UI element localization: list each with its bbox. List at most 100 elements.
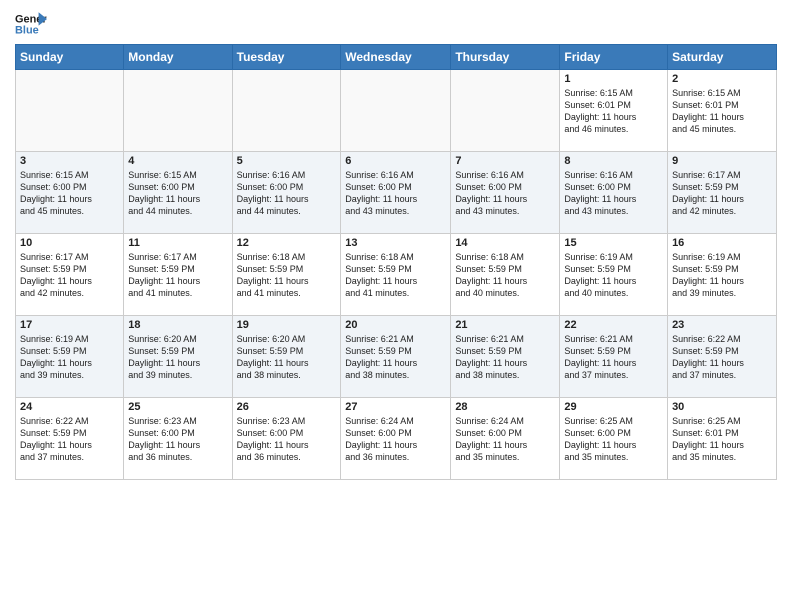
day-info: Sunrise: 6:25 AM Sunset: 6:00 PM Dayligh… xyxy=(564,415,663,464)
day-info: Sunrise: 6:23 AM Sunset: 6:00 PM Dayligh… xyxy=(128,415,227,464)
week-row-4: 17Sunrise: 6:19 AM Sunset: 5:59 PM Dayli… xyxy=(16,316,777,398)
day-number: 14 xyxy=(455,237,555,249)
day-info: Sunrise: 6:15 AM Sunset: 6:01 PM Dayligh… xyxy=(672,87,772,136)
day-cell-1: 1 Sunrise: 6:15 AM Sunset: 6:01 PM Daylig… xyxy=(560,70,668,152)
empty-cell xyxy=(232,70,341,152)
weekday-header-tuesday: Tuesday xyxy=(232,45,341,70)
day-cell-10: 10 Sunrise: 6:17 AM Sunset: 5:59 PM Dayli… xyxy=(16,234,124,316)
svg-text:Blue: Blue xyxy=(15,24,39,36)
day-info: Sunrise: 6:24 AM Sunset: 6:00 PM Dayligh… xyxy=(455,415,555,464)
weekday-header-monday: Monday xyxy=(124,45,232,70)
day-cell-12: 12 Sunrise: 6:18 AM Sunset: 5:59 PM Dayli… xyxy=(232,234,341,316)
day-number: 30 xyxy=(672,401,772,413)
day-info: Sunrise: 6:18 AM Sunset: 5:59 PM Dayligh… xyxy=(455,251,555,300)
day-cell-21: 21 Sunrise: 6:21 AM Sunset: 5:59 PM Dayli… xyxy=(451,316,560,398)
weekday-header-sunday: Sunday xyxy=(16,45,124,70)
day-number: 3 xyxy=(20,155,119,167)
day-info: Sunrise: 6:25 AM Sunset: 6:01 PM Dayligh… xyxy=(672,415,772,464)
day-cell-6: 6Sunrise: 6:16 AM Sunset: 6:00 PM Daylig… xyxy=(341,152,451,234)
empty-cell xyxy=(16,70,124,152)
day-info: Sunrise: 6:16 AM Sunset: 6:00 PM Dayligh… xyxy=(455,169,555,218)
day-number: 21 xyxy=(455,319,555,331)
page: General Blue SundayMondayTuesdayWednesda… xyxy=(0,0,792,612)
day-cell-26: 26Sunrise: 6:23 AM Sunset: 6:00 PM Dayli… xyxy=(232,398,341,480)
week-row-1: 1 Sunrise: 6:15 AM Sunset: 6:01 PM Daylig… xyxy=(16,70,777,152)
day-number: 29 xyxy=(564,401,663,413)
day-number: 8 xyxy=(564,155,663,167)
day-number: 20 xyxy=(345,319,446,331)
day-info: Sunrise: 6:15 AM Sunset: 6:00 PM Dayligh… xyxy=(20,169,119,218)
weekday-header-row: SundayMondayTuesdayWednesdayThursdayFrid… xyxy=(16,45,777,70)
day-cell-8: 8 Sunrise: 6:16 AM Sunset: 6:00 PM Daylig… xyxy=(560,152,668,234)
day-info: Sunrise: 6:24 AM Sunset: 6:00 PM Dayligh… xyxy=(345,415,446,464)
day-number: 10 xyxy=(20,237,119,249)
day-cell-27: 27Sunrise: 6:24 AM Sunset: 6:00 PM Dayli… xyxy=(341,398,451,480)
day-cell-19: 19 Sunrise: 6:20 AM Sunset: 5:59 PM Dayli… xyxy=(232,316,341,398)
day-info: Sunrise: 6:22 AM Sunset: 5:59 PM Dayligh… xyxy=(672,333,772,382)
weekday-header-friday: Friday xyxy=(560,45,668,70)
day-info: Sunrise: 6:21 AM Sunset: 5:59 PM Dayligh… xyxy=(455,333,555,382)
day-cell-5: 5Sunrise: 6:16 AM Sunset: 6:00 PM Daylig… xyxy=(232,152,341,234)
day-cell-16: 16Sunrise: 6:19 AM Sunset: 5:59 PM Dayli… xyxy=(668,234,777,316)
day-info: Sunrise: 6:17 AM Sunset: 5:59 PM Dayligh… xyxy=(672,169,772,218)
day-number: 16 xyxy=(672,237,772,249)
day-cell-17: 17Sunrise: 6:19 AM Sunset: 5:59 PM Dayli… xyxy=(16,316,124,398)
week-row-3: 10 Sunrise: 6:17 AM Sunset: 5:59 PM Dayli… xyxy=(16,234,777,316)
weekday-header-thursday: Thursday xyxy=(451,45,560,70)
day-cell-25: 25 Sunrise: 6:23 AM Sunset: 6:00 PM Dayli… xyxy=(124,398,232,480)
day-number: 12 xyxy=(237,237,337,249)
day-number: 15 xyxy=(564,237,663,249)
day-info: Sunrise: 6:15 AM Sunset: 6:01 PM Dayligh… xyxy=(564,87,663,136)
logo: General Blue xyxy=(15,10,47,38)
day-number: 28 xyxy=(455,401,555,413)
day-cell-7: 7 Sunrise: 6:16 AM Sunset: 6:00 PM Daylig… xyxy=(451,152,560,234)
week-row-2: 3 Sunrise: 6:15 AM Sunset: 6:00 PM Daylig… xyxy=(16,152,777,234)
day-info: Sunrise: 6:18 AM Sunset: 5:59 PM Dayligh… xyxy=(345,251,446,300)
day-info: Sunrise: 6:20 AM Sunset: 5:59 PM Dayligh… xyxy=(237,333,337,382)
day-number: 9 xyxy=(672,155,772,167)
day-number: 11 xyxy=(128,237,227,249)
day-cell-29: 29 Sunrise: 6:25 AM Sunset: 6:00 PM Dayli… xyxy=(560,398,668,480)
day-number: 2 xyxy=(672,73,772,85)
day-cell-3: 3 Sunrise: 6:15 AM Sunset: 6:00 PM Daylig… xyxy=(16,152,124,234)
empty-cell xyxy=(451,70,560,152)
calendar: SundayMondayTuesdayWednesdayThursdayFrid… xyxy=(15,44,777,480)
day-cell-4: 4 Sunrise: 6:15 AM Sunset: 6:00 PM Daylig… xyxy=(124,152,232,234)
day-number: 4 xyxy=(128,155,227,167)
day-cell-13: 13 Sunrise: 6:18 AM Sunset: 5:59 PM Dayli… xyxy=(341,234,451,316)
day-cell-20: 20 Sunrise: 6:21 AM Sunset: 5:59 PM Dayli… xyxy=(341,316,451,398)
weekday-header-wednesday: Wednesday xyxy=(341,45,451,70)
week-row-5: 24Sunrise: 6:22 AM Sunset: 5:59 PM Dayli… xyxy=(16,398,777,480)
empty-cell xyxy=(124,70,232,152)
empty-cell xyxy=(341,70,451,152)
logo-icon: General Blue xyxy=(15,10,47,38)
day-number: 23 xyxy=(672,319,772,331)
day-cell-15: 15 Sunrise: 6:19 AM Sunset: 5:59 PM Dayli… xyxy=(560,234,668,316)
day-info: Sunrise: 6:19 AM Sunset: 5:59 PM Dayligh… xyxy=(564,251,663,300)
day-number: 13 xyxy=(345,237,446,249)
day-number: 1 xyxy=(564,73,663,85)
day-number: 22 xyxy=(564,319,663,331)
weekday-header-saturday: Saturday xyxy=(668,45,777,70)
day-number: 7 xyxy=(455,155,555,167)
day-cell-9: 9 Sunrise: 6:17 AM Sunset: 5:59 PM Daylig… xyxy=(668,152,777,234)
day-cell-28: 28 Sunrise: 6:24 AM Sunset: 6:00 PM Dayli… xyxy=(451,398,560,480)
day-cell-14: 14 Sunrise: 6:18 AM Sunset: 5:59 PM Dayli… xyxy=(451,234,560,316)
day-cell-24: 24Sunrise: 6:22 AM Sunset: 5:59 PM Dayli… xyxy=(16,398,124,480)
day-info: Sunrise: 6:16 AM Sunset: 6:00 PM Dayligh… xyxy=(237,169,337,218)
day-number: 19 xyxy=(237,319,337,331)
day-info: Sunrise: 6:15 AM Sunset: 6:00 PM Dayligh… xyxy=(128,169,227,218)
day-info: Sunrise: 6:22 AM Sunset: 5:59 PM Dayligh… xyxy=(20,415,119,464)
header: General Blue xyxy=(15,10,777,38)
day-info: Sunrise: 6:17 AM Sunset: 5:59 PM Dayligh… xyxy=(20,251,119,300)
day-info: Sunrise: 6:16 AM Sunset: 6:00 PM Dayligh… xyxy=(564,169,663,218)
day-info: Sunrise: 6:23 AM Sunset: 6:00 PM Dayligh… xyxy=(237,415,337,464)
day-info: Sunrise: 6:17 AM Sunset: 5:59 PM Dayligh… xyxy=(128,251,227,300)
day-number: 17 xyxy=(20,319,119,331)
day-cell-18: 18Sunrise: 6:20 AM Sunset: 5:59 PM Dayli… xyxy=(124,316,232,398)
day-number: 25 xyxy=(128,401,227,413)
day-info: Sunrise: 6:18 AM Sunset: 5:59 PM Dayligh… xyxy=(237,251,337,300)
day-cell-11: 11 Sunrise: 6:17 AM Sunset: 5:59 PM Dayli… xyxy=(124,234,232,316)
day-cell-30: 30 Sunrise: 6:25 AM Sunset: 6:01 PM Dayli… xyxy=(668,398,777,480)
day-info: Sunrise: 6:21 AM Sunset: 5:59 PM Dayligh… xyxy=(345,333,446,382)
